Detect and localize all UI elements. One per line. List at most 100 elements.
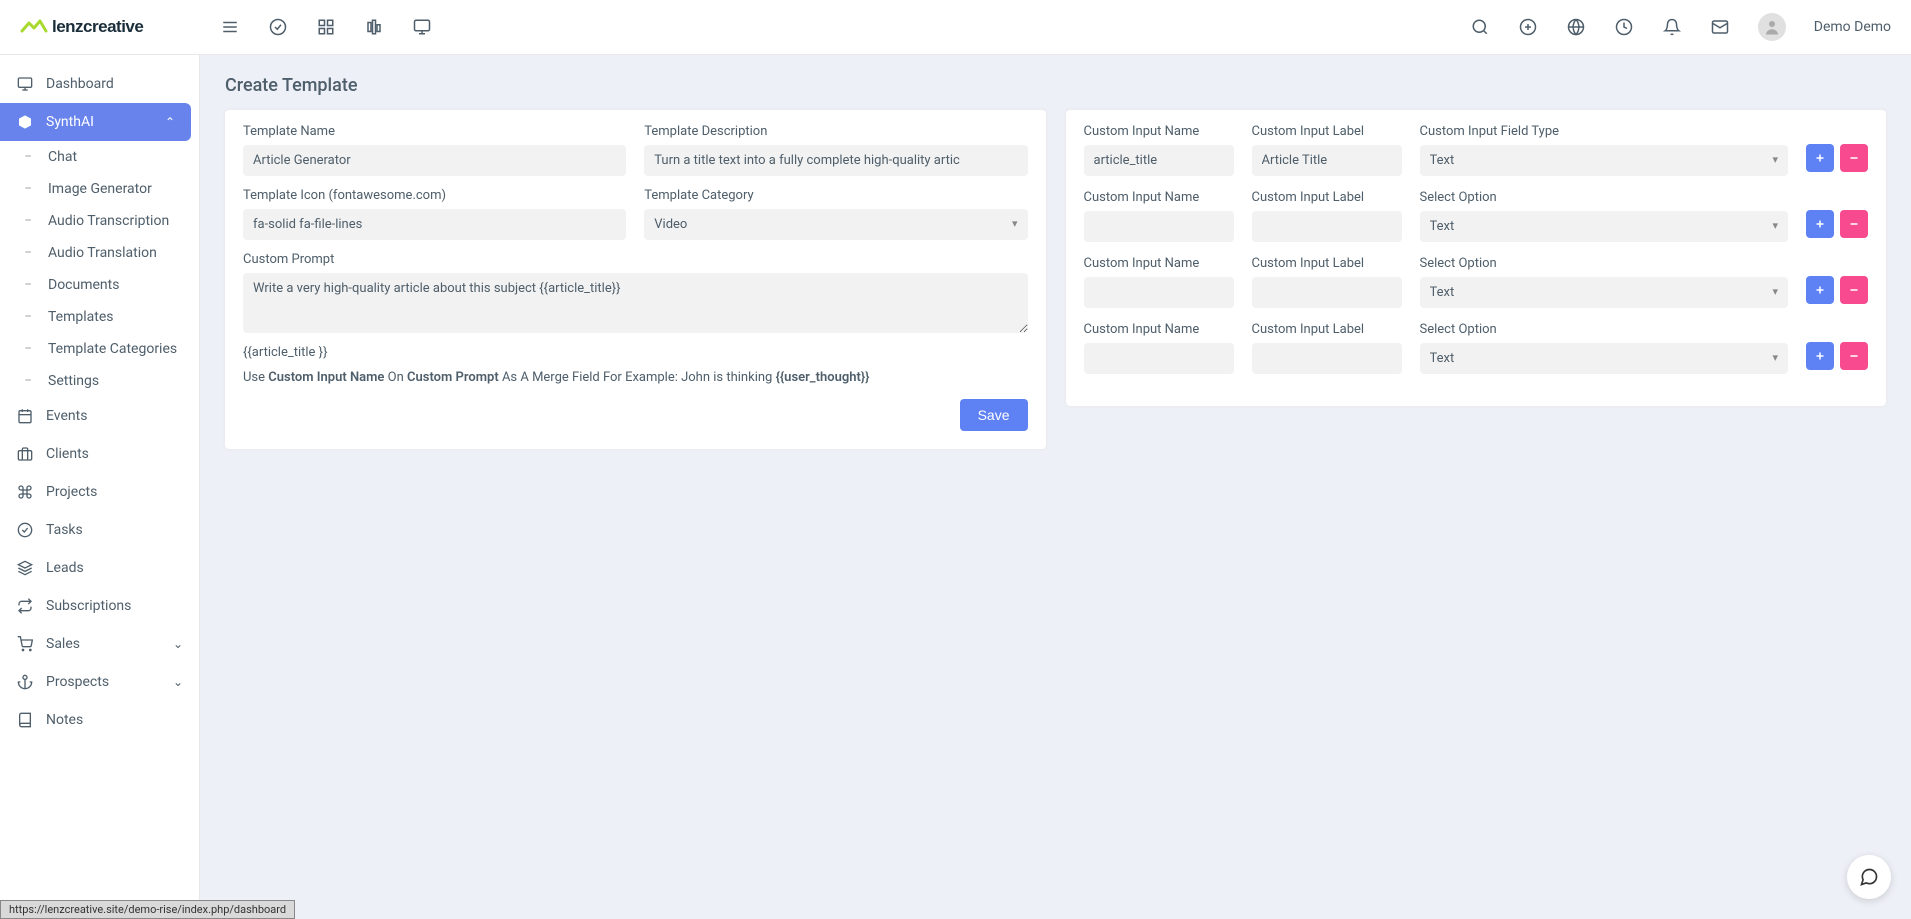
custom-input-label-field[interactable] <box>1252 211 1402 242</box>
chat-bubble-button[interactable] <box>1847 855 1891 899</box>
monitor-icon[interactable] <box>412 17 432 37</box>
sidebar-item-notes[interactable]: Notes <box>0 701 199 739</box>
grid-icon[interactable] <box>316 17 336 37</box>
custom-input-name-field[interactable] <box>1084 211 1234 242</box>
sidebar-sub-audio-translation[interactable]: Audio Translation <box>0 237 199 269</box>
label-template-name: Template Name <box>243 124 626 139</box>
sidebar-item-leads[interactable]: Leads <box>0 549 199 587</box>
globe-icon[interactable] <box>1566 17 1586 37</box>
add-row-button[interactable] <box>1806 144 1834 172</box>
sidebar-item-label: Subscriptions <box>46 598 131 614</box>
sidebar-sub-image-generator[interactable]: Image Generator <box>0 173 199 205</box>
menu-icon[interactable] <box>220 17 240 37</box>
label-select-option: Select Option <box>1420 256 1789 271</box>
add-row-button[interactable] <box>1806 276 1834 304</box>
sidebar-item-label: Events <box>46 408 87 424</box>
label-select-option: Select Option <box>1420 322 1789 337</box>
sidebar-item-events[interactable]: Events <box>0 397 199 435</box>
user-name[interactable]: Demo Demo <box>1814 19 1891 35</box>
label-custom-input-name: Custom Input Name <box>1084 190 1234 205</box>
book-icon <box>16 711 34 729</box>
repeat-icon <box>16 597 34 615</box>
sidebar-item-label: Clients <box>46 446 89 462</box>
plus-circle-icon[interactable] <box>1518 17 1538 37</box>
custom-input-row: Custom Input Name Custom Input Label Sel… <box>1084 256 1869 308</box>
sidebar-sub-chat[interactable]: Chat <box>0 141 199 173</box>
command-icon <box>16 483 34 501</box>
briefcase-icon <box>16 445 34 463</box>
custom-prompt-textarea[interactable]: Write a very high-quality article about … <box>243 273 1028 333</box>
check-circle-icon[interactable] <box>268 17 288 37</box>
sidebar-item-subscriptions[interactable]: Subscriptions <box>0 587 199 625</box>
sidebar-sub-templates[interactable]: Templates <box>0 301 199 333</box>
page-title: Create Template <box>225 75 1886 96</box>
label-custom-input-label: Custom Input Label <box>1252 256 1402 271</box>
custom-input-type-select[interactable]: Text <box>1420 145 1789 176</box>
label-custom-input-label: Custom Input Label <box>1252 322 1402 337</box>
template-description-input[interactable] <box>644 145 1027 176</box>
brand-logo[interactable]: lenzcreative <box>20 17 143 37</box>
search-icon[interactable] <box>1470 17 1490 37</box>
sidebar-sub-template-categories[interactable]: Template Categories <box>0 333 199 365</box>
sidebar-item-dashboard[interactable]: Dashboard <box>0 65 199 103</box>
status-bar: https://lenzcreative.site/demo-rise/inde… <box>0 900 295 919</box>
sidebar-item-label: Leads <box>46 560 84 576</box>
sidebar-item-prospects[interactable]: Prospects ⌄ <box>0 663 199 701</box>
sidebar-sub-documents[interactable]: Documents <box>0 269 199 301</box>
sidebar: Dashboard SynthAI ⌃ Chat Image Generator… <box>0 55 200 919</box>
sidebar-item-sales[interactable]: Sales ⌄ <box>0 625 199 663</box>
save-button[interactable]: Save <box>960 399 1028 431</box>
remove-row-button[interactable] <box>1840 144 1868 172</box>
layers-icon <box>16 559 34 577</box>
sidebar-item-label: Dashboard <box>46 76 114 92</box>
sidebar-item-projects[interactable]: Projects <box>0 473 199 511</box>
custom-input-row: Custom Input Name Custom Input Label Sel… <box>1084 322 1869 374</box>
columns-icon[interactable] <box>364 17 384 37</box>
label-custom-input-label: Custom Input Label <box>1252 124 1402 139</box>
sidebar-item-label: Tasks <box>46 522 83 538</box>
template-name-input[interactable] <box>243 145 626 176</box>
custom-input-label-field[interactable] <box>1252 343 1402 374</box>
custom-input-row: Custom Input Name Custom Input Label Cus… <box>1084 124 1869 176</box>
remove-row-button[interactable] <box>1840 342 1868 370</box>
calendar-icon <box>16 407 34 425</box>
add-row-button[interactable] <box>1806 342 1834 370</box>
label-custom-input-name: Custom Input Name <box>1084 124 1234 139</box>
template-icon-input[interactable] <box>243 209 626 240</box>
sidebar-item-label: SynthAI <box>46 114 94 130</box>
avatar[interactable] <box>1758 13 1786 41</box>
label-template-category: Template Category <box>644 188 1027 203</box>
label-custom-input-field-type: Custom Input Field Type <box>1420 124 1789 139</box>
add-row-button[interactable] <box>1806 210 1834 238</box>
hexagon-icon <box>16 113 34 131</box>
remove-row-button[interactable] <box>1840 210 1868 238</box>
custom-inputs-card: Custom Input Name Custom Input Label Cus… <box>1066 110 1887 406</box>
mail-icon[interactable] <box>1710 17 1730 37</box>
label-custom-input-name: Custom Input Name <box>1084 322 1234 337</box>
template-category-select[interactable]: Video <box>644 209 1027 240</box>
custom-input-name-field[interactable] <box>1084 145 1234 176</box>
help-text: Use Custom Input Name On Custom Prompt A… <box>243 370 1028 385</box>
sidebar-item-synthai[interactable]: SynthAI ⌃ <box>0 103 191 141</box>
label-custom-prompt: Custom Prompt <box>243 252 1028 267</box>
custom-input-label-field[interactable] <box>1252 145 1402 176</box>
custom-input-name-field[interactable] <box>1084 277 1234 308</box>
clock-icon[interactable] <box>1614 17 1634 37</box>
custom-input-type-select[interactable]: Text <box>1420 277 1789 308</box>
sidebar-item-label: Sales <box>46 636 80 652</box>
anchor-icon <box>16 673 34 691</box>
sidebar-sub-settings[interactable]: Settings <box>0 365 199 397</box>
label-custom-input-name: Custom Input Name <box>1084 256 1234 271</box>
label-template-icon: Template Icon (fontawesome.com) <box>243 188 626 203</box>
remove-row-button[interactable] <box>1840 276 1868 304</box>
custom-input-name-field[interactable] <box>1084 343 1234 374</box>
sidebar-item-clients[interactable]: Clients <box>0 435 199 473</box>
custom-input-type-select[interactable]: Text <box>1420 211 1789 242</box>
main-content: Create Template Template Name Template D… <box>200 55 1911 919</box>
sidebar-item-label: Prospects <box>46 674 109 690</box>
sidebar-item-tasks[interactable]: Tasks <box>0 511 199 549</box>
bell-icon[interactable] <box>1662 17 1682 37</box>
custom-input-type-select[interactable]: Text <box>1420 343 1789 374</box>
sidebar-sub-audio-transcription[interactable]: Audio Transcription <box>0 205 199 237</box>
custom-input-label-field[interactable] <box>1252 277 1402 308</box>
